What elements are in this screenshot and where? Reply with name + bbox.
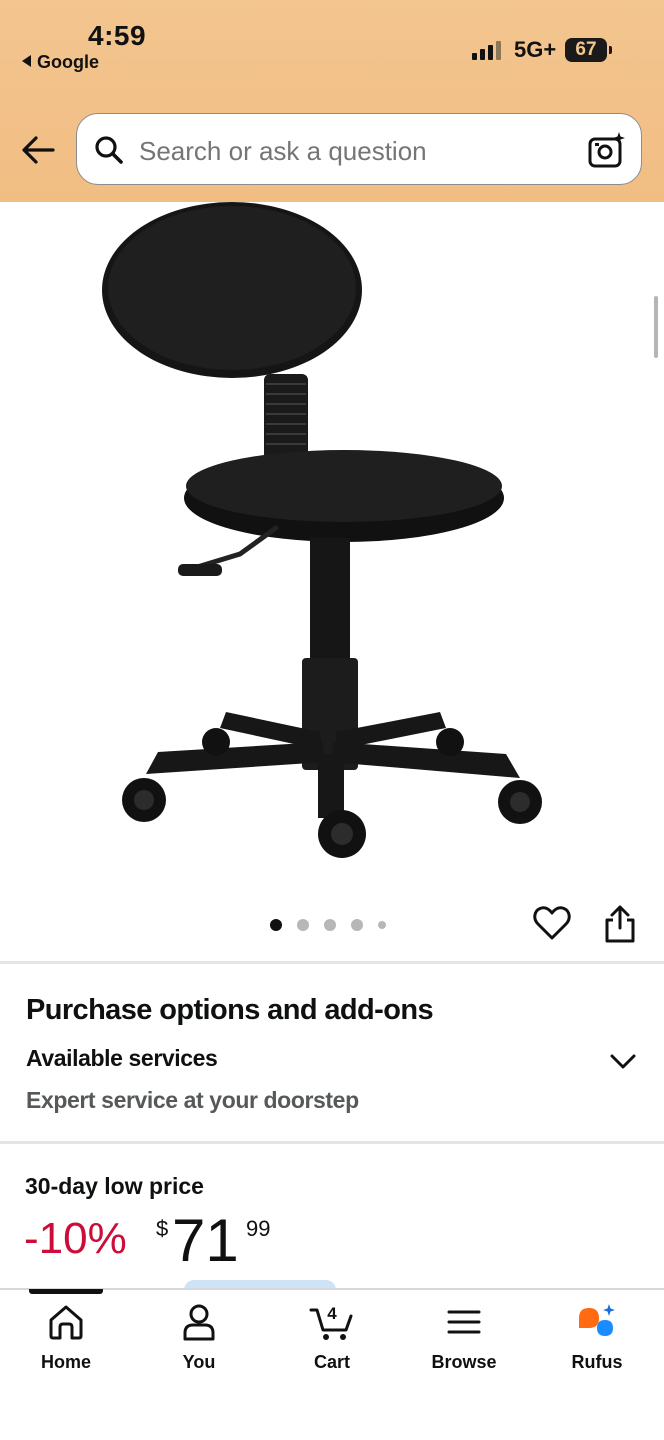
carousel-dot[interactable] (351, 919, 363, 931)
available-services-description: Expert service at your doorstep (26, 1087, 359, 1113)
signal-icon (472, 41, 501, 60)
carousel-dot[interactable] (378, 921, 386, 929)
app-header: 4:59 Google 5G+ 67 (0, 0, 664, 202)
image-scrollbar[interactable] (654, 296, 658, 358)
person-icon (183, 1304, 215, 1341)
battery-indicator: 67 (565, 38, 612, 62)
back-app-label: Google (37, 52, 99, 72)
nav-rufus[interactable]: Rufus (542, 1302, 652, 1373)
nav-label: You (182, 1352, 216, 1372)
search-bar[interactable] (76, 113, 642, 185)
network-type: 5G+ (514, 37, 557, 62)
section-divider (0, 1141, 664, 1144)
nav-label: Home (40, 1352, 91, 1372)
price-currency-symbol: $ (156, 1216, 169, 1241)
section-divider (0, 961, 664, 964)
price-fraction: 99 (246, 1216, 271, 1241)
available-services-label[interactable]: Available services (26, 1045, 218, 1072)
active-tab-indicator (29, 1289, 103, 1294)
share-icon[interactable] (602, 904, 638, 944)
back-arrow-icon[interactable] (20, 132, 56, 168)
image-carousel-dots[interactable] (270, 917, 386, 933)
heart-icon[interactable] (533, 904, 571, 942)
nav-label: Rufus (571, 1352, 623, 1372)
price-whole: 71 (172, 1207, 239, 1274)
nav-browse[interactable]: Browse (409, 1302, 519, 1373)
discount-percent: -10% (24, 1214, 127, 1263)
chevron-down-icon[interactable] (608, 1048, 638, 1076)
rufus-icon (579, 1304, 615, 1336)
carousel-dot[interactable] (324, 919, 336, 931)
camera-search-icon[interactable] (587, 130, 627, 170)
nav-label: Browse (431, 1352, 497, 1372)
purchase-options-title: Purchase options and add-ons (26, 994, 434, 1026)
search-input[interactable] (139, 136, 559, 167)
nav-you[interactable]: You (144, 1302, 254, 1373)
back-triangle-icon (22, 55, 31, 67)
search-icon (95, 136, 123, 164)
back-to-app-link[interactable]: Google (22, 52, 99, 73)
nav-cart[interactable]: 4 Cart (277, 1302, 387, 1373)
cart-count-badge: 4 (327, 1304, 337, 1323)
nav-home[interactable]: Home (11, 1302, 121, 1373)
deal-badge-label: 30-day low price (25, 1173, 204, 1199)
status-time: 4:59 (88, 20, 147, 51)
nav-label: Cart (313, 1352, 350, 1372)
home-icon (49, 1305, 83, 1340)
menu-icon (447, 1310, 481, 1334)
carousel-dot[interactable] (270, 919, 282, 931)
carousel-dot[interactable] (297, 919, 309, 931)
product-image-office-chair[interactable] (100, 202, 564, 872)
